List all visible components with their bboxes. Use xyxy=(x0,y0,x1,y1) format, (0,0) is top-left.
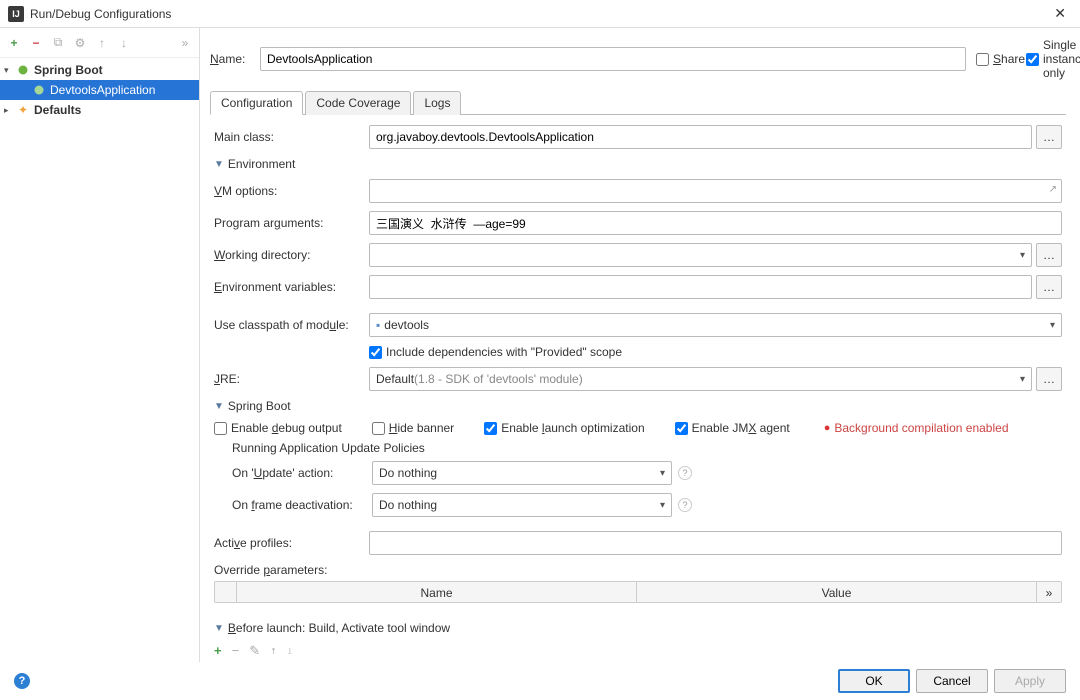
move-task-up-icon[interactable]: ↑ xyxy=(270,643,277,654)
main-class-label: Main class: xyxy=(214,130,369,144)
move-down-icon[interactable]: ↓ xyxy=(116,35,132,51)
tree-label-spring-boot: Spring Boot xyxy=(34,63,103,77)
dialog-body: + − ⧉ ⚙ ↑ ↓ » ▾ Spring Boot DevtoolsAppl… xyxy=(0,28,1080,662)
environment-header[interactable]: ▼Environment xyxy=(214,157,1062,171)
sidebar-toolbar: + − ⧉ ⚙ ↑ ↓ » xyxy=(0,28,199,58)
table-col-name: Name xyxy=(237,582,637,602)
expand-icon[interactable]: » xyxy=(177,35,193,51)
spring-icon xyxy=(32,83,46,97)
settings-icon[interactable]: ⚙ xyxy=(72,35,88,51)
move-task-down-icon[interactable]: ↓ xyxy=(287,643,294,654)
on-frame-label: On frame deactivation: xyxy=(232,498,372,512)
tree-node-spring-boot[interactable]: ▾ Spring Boot xyxy=(0,60,199,80)
browse-working-dir-button[interactable]: … xyxy=(1036,243,1062,267)
tree-node-defaults[interactable]: ▸ ✦ Defaults xyxy=(0,100,199,120)
chevron-right-icon: ▸ xyxy=(4,105,16,116)
spring-icon xyxy=(16,63,30,77)
help-button[interactable]: ? xyxy=(14,673,30,689)
launch-opt-checkbox[interactable]: Enable launch optimization xyxy=(484,421,644,435)
name-label: Name: xyxy=(210,52,250,66)
remove-task-icon[interactable]: − xyxy=(232,643,240,654)
hide-banner-checkbox[interactable]: Hide banner xyxy=(372,421,454,435)
tab-configuration[interactable]: Configuration xyxy=(210,91,303,115)
tree-node-devtools-application[interactable]: DevtoolsApplication xyxy=(0,80,199,100)
override-params-label: Override parameters: xyxy=(214,563,1062,577)
on-update-dropdown[interactable]: Do nothing xyxy=(372,461,672,485)
main-panel: Name: Share Single instance only Configu… xyxy=(200,28,1080,662)
edit-task-icon[interactable]: ✎ xyxy=(249,643,260,654)
on-frame-dropdown[interactable]: Do nothing xyxy=(372,493,672,517)
on-update-label: On 'Update' action: xyxy=(232,466,372,480)
move-up-icon[interactable]: ↑ xyxy=(94,35,110,51)
override-params-table-header: Name Value » xyxy=(214,581,1062,603)
table-col-value: Value xyxy=(637,582,1037,602)
chevron-down-icon: ▾ xyxy=(4,65,16,76)
program-args-label: Program arguments: xyxy=(214,216,369,230)
sidebar: + − ⧉ ⚙ ↑ ↓ » ▾ Spring Boot DevtoolsAppl… xyxy=(0,28,200,662)
debug-output-checkbox[interactable]: Enable debug output xyxy=(214,421,342,435)
browse-env-vars-button[interactable]: … xyxy=(1036,275,1062,299)
browse-main-class-button[interactable]: … xyxy=(1036,125,1062,149)
main-class-row: Main class: … xyxy=(214,125,1062,149)
jmx-agent-checkbox[interactable]: Enable JMX agent xyxy=(675,421,790,435)
vm-options-label: VM options: xyxy=(214,184,369,198)
ok-button[interactable]: OK xyxy=(838,669,910,693)
env-vars-label: Environment variables: xyxy=(214,280,369,294)
env-vars-input[interactable] xyxy=(369,275,1032,299)
name-row: Name: Share Single instance only xyxy=(210,38,1066,80)
window-title: Run/Debug Configurations xyxy=(30,7,1048,21)
tree-label-devtools: DevtoolsApplication xyxy=(50,83,155,97)
triangle-down-icon: ▼ xyxy=(214,159,224,170)
tab-logs[interactable]: Logs xyxy=(413,91,461,115)
tree-label-defaults: Defaults xyxy=(34,103,81,117)
classpath-label: Use classpath of module: xyxy=(214,318,369,332)
scroll-right-icon[interactable]: » xyxy=(1037,582,1061,602)
active-profiles-label: Active profiles: xyxy=(214,536,369,550)
active-profiles-input[interactable] xyxy=(369,531,1062,555)
update-policies-label: Running Application Update Policies xyxy=(232,441,1062,455)
help-icon[interactable]: ? xyxy=(678,498,692,512)
spring-boot-header[interactable]: ▼Spring Boot xyxy=(214,399,1062,413)
add-icon[interactable]: + xyxy=(6,35,22,51)
jre-label: JRE: xyxy=(214,372,369,386)
working-dir-input[interactable] xyxy=(369,243,1032,267)
vm-options-input[interactable] xyxy=(369,179,1062,203)
help-icon[interactable]: ? xyxy=(678,466,692,480)
triangle-down-icon: ▼ xyxy=(214,401,224,412)
button-bar: ? OK Cancel Apply xyxy=(0,662,1080,700)
tab-code-coverage[interactable]: Code Coverage xyxy=(305,91,411,115)
program-args-input[interactable] xyxy=(369,211,1062,235)
share-checkbox[interactable]: Share xyxy=(976,52,1016,66)
add-task-icon[interactable]: + xyxy=(214,643,222,654)
apply-button[interactable]: Apply xyxy=(994,669,1066,693)
include-provided-checkbox[interactable]: Include dependencies with "Provided" sco… xyxy=(369,345,622,359)
tab-bar: Configuration Code Coverage Logs xyxy=(210,90,1066,115)
remove-icon[interactable]: − xyxy=(28,35,44,51)
browse-jre-button[interactable]: … xyxy=(1036,367,1062,391)
working-dir-label: Working directory: xyxy=(214,248,369,262)
classpath-dropdown[interactable]: ▪devtools xyxy=(369,313,1062,337)
environment-group: ▼Environment VM options: Program argumen… xyxy=(214,157,1062,391)
app-icon: IJ xyxy=(8,6,24,22)
wrench-icon: ✦ xyxy=(16,103,30,117)
titlebar: IJ Run/Debug Configurations ✕ xyxy=(0,0,1080,28)
config-tree: ▾ Spring Boot DevtoolsApplication ▸ ✦ De… xyxy=(0,58,199,662)
before-launch-header[interactable]: ▼Before launch: Build, Activate tool win… xyxy=(214,621,1062,635)
copy-icon[interactable]: ⧉ xyxy=(50,35,66,51)
before-launch-toolbar: + − ✎ ↑ ↓ xyxy=(214,643,1062,654)
jre-dropdown[interactable]: Default (1.8 - SDK of 'devtools' module) xyxy=(369,367,1032,391)
name-input[interactable] xyxy=(260,47,966,71)
close-icon[interactable]: ✕ xyxy=(1048,5,1072,22)
config-form: Main class: … ▼Environment VM options: P… xyxy=(210,125,1066,654)
spring-boot-group: ▼Spring Boot Enable debug output Hide ba… xyxy=(214,399,1062,603)
cancel-button[interactable]: Cancel xyxy=(916,669,988,693)
single-instance-checkbox[interactable]: Single instance only xyxy=(1026,38,1066,80)
background-compilation-warning: Background compilation enabled xyxy=(824,421,1009,435)
triangle-down-icon: ▼ xyxy=(214,623,224,634)
main-class-input[interactable] xyxy=(369,125,1032,149)
